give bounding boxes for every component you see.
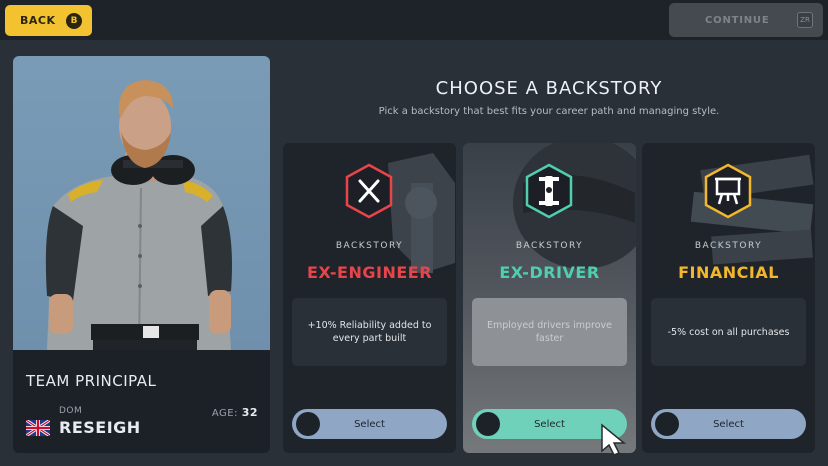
card-title: FINANCIAL — [678, 263, 779, 282]
avatar — [13, 56, 270, 350]
page-subtitle: Pick a backstory that best fits your car… — [378, 106, 720, 117]
role-title: TEAM PRINCIPAL — [26, 372, 157, 390]
select-button[interactable]: Select — [292, 409, 447, 439]
uk-flag-icon — [26, 420, 50, 436]
card-description: -5% cost on all purchases — [651, 298, 806, 366]
age-info: AGE: 32 — [212, 406, 258, 419]
page-title: CHOOSE A BACKSTORY — [435, 78, 663, 99]
presentation-chart-icon — [704, 163, 752, 219]
b-key-icon: B — [66, 12, 82, 29]
card-title: EX-ENGINEER — [306, 263, 433, 282]
zr-key-icon: ZR — [797, 12, 813, 28]
card-description: +10% Reliability added to every part bui… — [292, 298, 447, 366]
backstory-card-financial[interactable]: BACKSTORY FINANCIAL -5% cost on all purc… — [642, 143, 815, 453]
continue-button-label: CONTINUE — [705, 14, 770, 26]
card-title: EX-DRIVER — [499, 263, 600, 282]
toggle-knob-icon — [476, 412, 500, 436]
team-principal-portrait — [45, 80, 232, 350]
last-name: RESEIGH — [59, 418, 141, 437]
card-kicker: BACKSTORY — [694, 241, 763, 251]
card-description: Employed drivers improve faster — [472, 298, 627, 366]
team-principal-card: TEAM PRINCIPAL DOM RESEIGH AGE: 32 — [13, 56, 270, 453]
card-kicker: BACKSTORY — [515, 241, 584, 251]
race-car-icon — [525, 163, 573, 219]
card-kicker: BACKSTORY — [335, 241, 404, 251]
select-button-label: Select — [713, 418, 744, 430]
age-label: AGE: — [211, 408, 238, 419]
toggle-knob-icon — [655, 412, 679, 436]
select-button-label: Select — [354, 418, 385, 430]
tools-icon — [345, 163, 393, 219]
pointer-cursor-icon — [601, 423, 627, 456]
continue-button[interactable]: CONTINUE ZR — [669, 3, 823, 37]
toggle-knob-icon — [296, 412, 320, 436]
top-bar: BACK B CONTINUE ZR — [0, 0, 828, 40]
back-button[interactable]: BACK B — [5, 5, 92, 36]
age-value: 32 — [241, 406, 258, 419]
first-name: DOM — [59, 406, 83, 416]
backstory-card-ex-engineer[interactable]: BACKSTORY EX-ENGINEER +10% Reliability a… — [283, 143, 456, 453]
backstory-card-ex-driver[interactable]: BACKSTORY EX-DRIVER Employed drivers imp… — [463, 143, 636, 453]
select-button-label: Select — [534, 418, 565, 430]
back-button-label: BACK — [20, 14, 56, 27]
select-button[interactable]: Select — [651, 409, 806, 439]
